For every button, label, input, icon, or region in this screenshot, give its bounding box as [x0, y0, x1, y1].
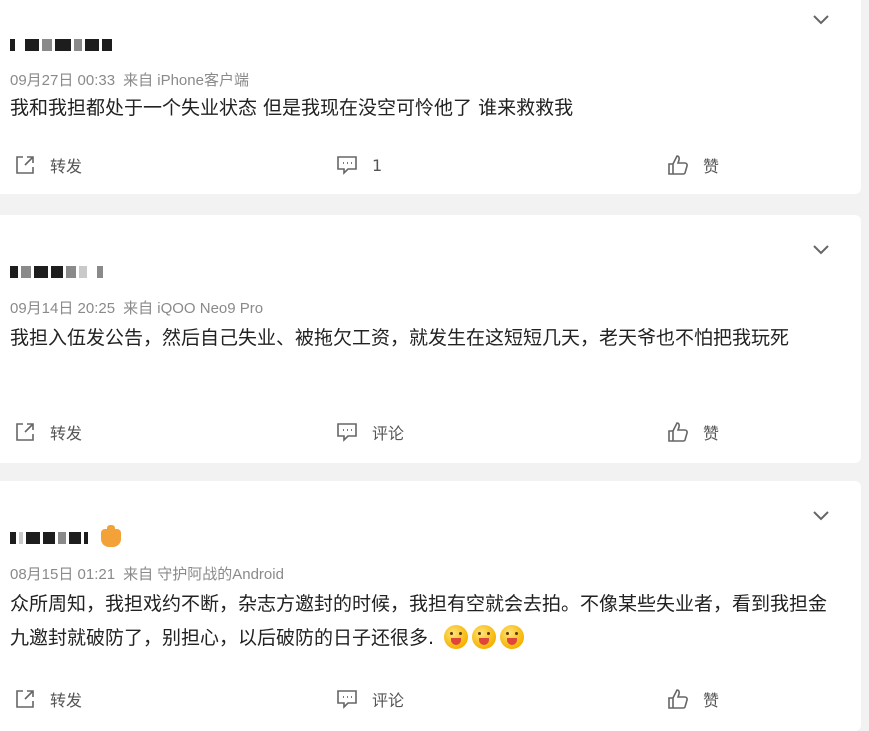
post-text-content: 众所周知，我担戏约不断，杂志方邀封的时候，我担有空就会去拍。不像某些失业者，看到…: [10, 593, 828, 649]
forward-label: 转发: [50, 691, 83, 710]
post-text: 我担入伍发公告，然后自己失业、被拖欠工资，就发生在这短短几天，老天爷也不怕把我玩…: [10, 327, 790, 349]
tongue-out-emoji-icon: [444, 625, 469, 649]
post-actions: 转发 评论 赞: [0, 417, 861, 447]
post-card: 09月27日 00:33 来自 iPhone客户端 我和我担都处于一个失业状态 但…: [0, 0, 861, 194]
chevron-down-icon[interactable]: [811, 10, 831, 30]
chevron-down-icon[interactable]: [811, 240, 831, 260]
post-source: 来自 iPhone客户端: [123, 72, 249, 89]
post-actions: 转发 评论 赞: [0, 684, 861, 714]
post-actions: 转发 1 赞: [0, 150, 861, 180]
post-time: 09月14日 20:25: [10, 300, 116, 317]
forward-label: 转发: [50, 157, 83, 176]
forward-button[interactable]: 转发: [14, 417, 82, 447]
like-label: 赞: [703, 157, 720, 176]
thumbs-up-icon: [668, 689, 688, 709]
like-button[interactable]: 赞: [667, 684, 719, 714]
post-card: 09月14日 20:25 来自 iQOO Neo9 Pro 我担入伍发公告，然后自…: [0, 215, 861, 463]
like-button[interactable]: 赞: [667, 417, 719, 447]
post-meta: 08月15日 01:21 来自 守护阿战的Android: [10, 563, 284, 584]
tongue-out-emoji-icon: [472, 625, 497, 649]
comment-button[interactable]: 评论: [336, 417, 404, 447]
thumbs-up-icon: [668, 155, 688, 175]
like-label: 赞: [703, 691, 720, 710]
thumbs-up-icon: [668, 422, 688, 442]
post-source: 来自 iQOO Neo9 Pro: [123, 300, 264, 317]
tongue-out-emoji-icon: [500, 625, 525, 649]
comment-bubble-icon: [337, 156, 357, 175]
post-meta: 09月27日 00:33 来自 iPhone客户端: [10, 69, 249, 90]
post-meta: 09月14日 20:25 来自 iQOO Neo9 Pro: [10, 297, 263, 318]
post-time: 08月15日 01:21: [10, 566, 116, 583]
comment-button[interactable]: 1: [336, 150, 382, 180]
post-text: 众所周知，我担戏约不断，杂志方邀封的时候，我担有空就会去拍。不像某些失业者，看到…: [10, 587, 840, 655]
comment-label: 评论: [372, 691, 405, 710]
share-out-icon: [16, 423, 34, 441]
post-text: 我和我担都处于一个失业状态 但是我现在没空可怜他了 谁来救救我: [10, 97, 574, 119]
post-source: 来自 守护阿战的Android: [123, 566, 284, 583]
comment-count: 1: [372, 155, 383, 175]
forward-button[interactable]: 转发: [14, 150, 82, 180]
post-time: 09月27日 00:33: [10, 72, 116, 89]
chevron-down-icon[interactable]: [811, 506, 831, 526]
comment-button[interactable]: 评论: [336, 684, 404, 714]
post-card: 08月15日 01:21 来自 守护阿战的Android 众所周知，我担戏约不断，…: [0, 481, 861, 731]
share-out-icon: [16, 156, 34, 174]
like-label: 赞: [703, 424, 720, 443]
fan-badge-icon: [101, 525, 121, 547]
forward-button[interactable]: 转发: [14, 684, 82, 714]
like-button[interactable]: 赞: [667, 150, 719, 180]
comment-bubble-icon: [337, 690, 357, 709]
comment-bubble-icon: [337, 423, 357, 442]
forward-label: 转发: [50, 424, 83, 443]
share-out-icon: [16, 690, 34, 708]
username-pixelated[interactable]: [10, 261, 103, 283]
username-pixelated[interactable]: [10, 525, 121, 549]
comment-label: 评论: [372, 424, 405, 443]
username-pixelated[interactable]: [10, 34, 112, 56]
